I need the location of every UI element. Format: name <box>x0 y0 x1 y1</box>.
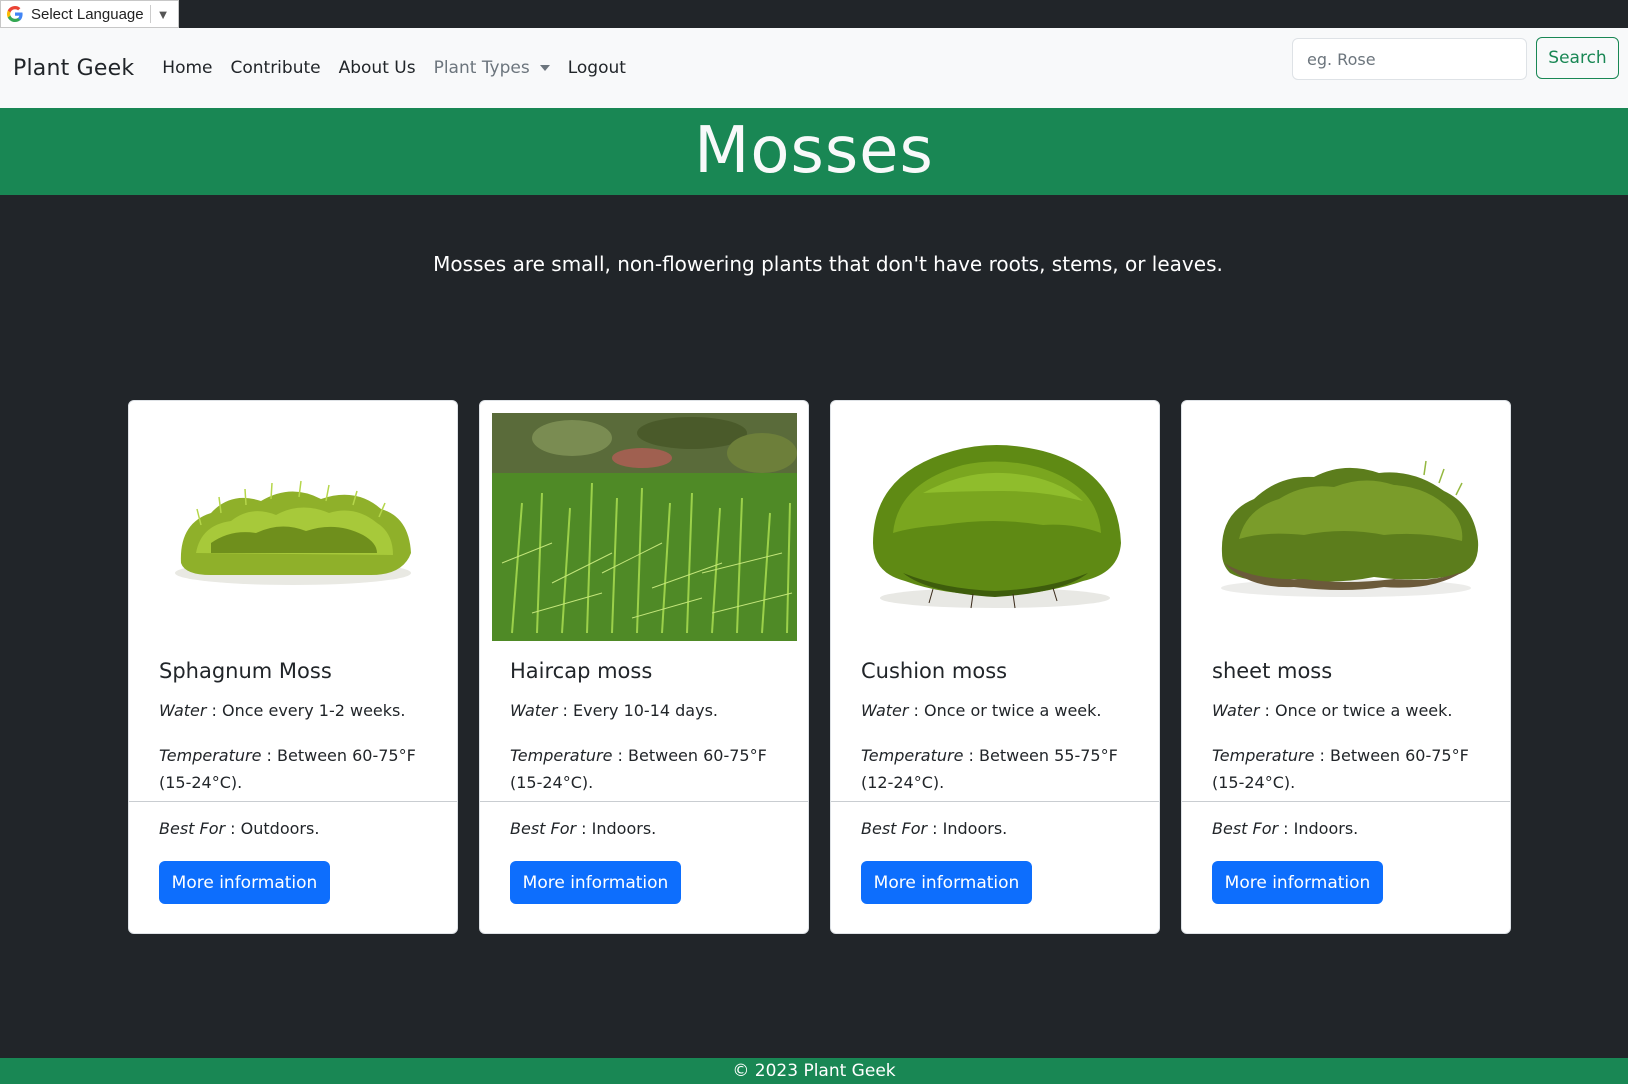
best-for-label: Best For <box>1212 819 1279 838</box>
plant-card: sheet moss Water : Once or twice a week.… <box>1181 400 1511 934</box>
best-for-value: : Indoors. <box>1278 819 1359 838</box>
search-input[interactable] <box>1292 38 1527 80</box>
card-best-for: Best For : Indoors. <box>510 815 800 842</box>
google-icon <box>7 6 23 22</box>
card-divider <box>129 801 457 802</box>
card-divider <box>831 801 1159 802</box>
dropdown-arrow-icon: ▼ <box>156 6 170 22</box>
footer: © 2023 Plant Geek <box>0 1058 1628 1084</box>
plant-card: Cushion moss Water : Once or twice a wee… <box>830 400 1160 934</box>
intro-text: Mosses are small, non-flowering plants t… <box>433 252 1223 276</box>
temperature-label: Temperature <box>1212 746 1315 765</box>
plant-cards: Sphagnum Moss Water : Once every 1-2 wee… <box>128 400 1511 934</box>
temperature-label: Temperature <box>861 746 964 765</box>
card-water: Water : Once every 1-2 weeks. <box>159 697 449 724</box>
plant-card: Sphagnum Moss Water : Once every 1-2 wee… <box>128 400 458 934</box>
card-best-for: Best For : Outdoors. <box>159 815 449 842</box>
water-value: : Once or twice a week. <box>1259 701 1453 720</box>
navbar: Plant Geek Home Contribute About Us Plan… <box>0 28 1628 108</box>
card-temperature: Temperature : Between 60-75°F (15-24°C). <box>510 742 800 796</box>
nav-about-us[interactable]: About Us <box>339 58 416 78</box>
divider <box>149 5 151 23</box>
sheet-moss-image <box>1194 413 1499 641</box>
language-select[interactable]: Select Language ▼ <box>0 0 179 28</box>
language-label: Select Language <box>31 5 144 23</box>
best-for-value: : Outdoors. <box>225 819 320 838</box>
water-value: : Every 10-14 days. <box>557 701 718 720</box>
more-information-button[interactable]: More information <box>510 861 681 904</box>
temperature-label: Temperature <box>159 746 262 765</box>
card-water: Water : Every 10-14 days. <box>510 697 800 724</box>
best-for-label: Best For <box>159 819 226 838</box>
sphagnum-moss-image <box>141 413 446 641</box>
best-for-value: : Indoors. <box>576 819 657 838</box>
page-title: Mosses <box>694 114 934 188</box>
temperature-label: Temperature <box>510 746 613 765</box>
card-divider <box>1182 801 1510 802</box>
more-information-button[interactable]: More information <box>159 861 330 904</box>
translate-bar: Select Language ▼ <box>0 0 1628 28</box>
card-title: Sphagnum Moss <box>159 659 332 683</box>
card-water: Water : Once or twice a week. <box>861 697 1151 724</box>
card-title: Cushion moss <box>861 659 1008 683</box>
water-label: Water <box>159 701 207 720</box>
card-best-for: Best For : Indoors. <box>1212 815 1502 842</box>
best-for-label: Best For <box>861 819 928 838</box>
nav-plant-types-label: Plant Types <box>433 58 530 78</box>
card-temperature: Temperature : Between 60-75°F (15-24°C). <box>159 742 449 796</box>
search-button[interactable]: Search <box>1536 37 1619 79</box>
plant-card: Haircap moss Water : Every 10-14 days. T… <box>479 400 809 934</box>
best-for-value: : Indoors. <box>927 819 1008 838</box>
card-best-for: Best For : Indoors. <box>861 815 1151 842</box>
card-title: sheet moss <box>1212 659 1333 683</box>
caret-down-icon <box>539 65 550 71</box>
water-value: : Once every 1-2 weeks. <box>206 701 406 720</box>
nav-home[interactable]: Home <box>162 58 212 78</box>
water-label: Water <box>510 701 558 720</box>
cushion-moss-image <box>843 413 1148 641</box>
best-for-label: Best For <box>510 819 577 838</box>
nav-logout[interactable]: Logout <box>568 58 626 78</box>
water-label: Water <box>1212 701 1260 720</box>
card-divider <box>480 801 808 802</box>
hero-banner: Mosses <box>0 108 1628 195</box>
nav-contribute[interactable]: Contribute <box>230 58 320 78</box>
water-label: Water <box>861 701 909 720</box>
card-temperature: Temperature : Between 60-75°F (15-24°C). <box>1212 742 1502 796</box>
brand-link[interactable]: Plant Geek <box>13 56 134 81</box>
card-title: Haircap moss <box>510 659 653 683</box>
haircap-moss-image <box>492 413 797 641</box>
card-water: Water : Once or twice a week. <box>1212 697 1502 724</box>
more-information-button[interactable]: More information <box>861 861 1032 904</box>
more-information-button[interactable]: More information <box>1212 861 1383 904</box>
water-value: : Once or twice a week. <box>908 701 1102 720</box>
card-temperature: Temperature : Between 55-75°F (12-24°C). <box>861 742 1151 796</box>
nav-plant-types-dropdown[interactable]: Plant Types <box>434 58 550 78</box>
